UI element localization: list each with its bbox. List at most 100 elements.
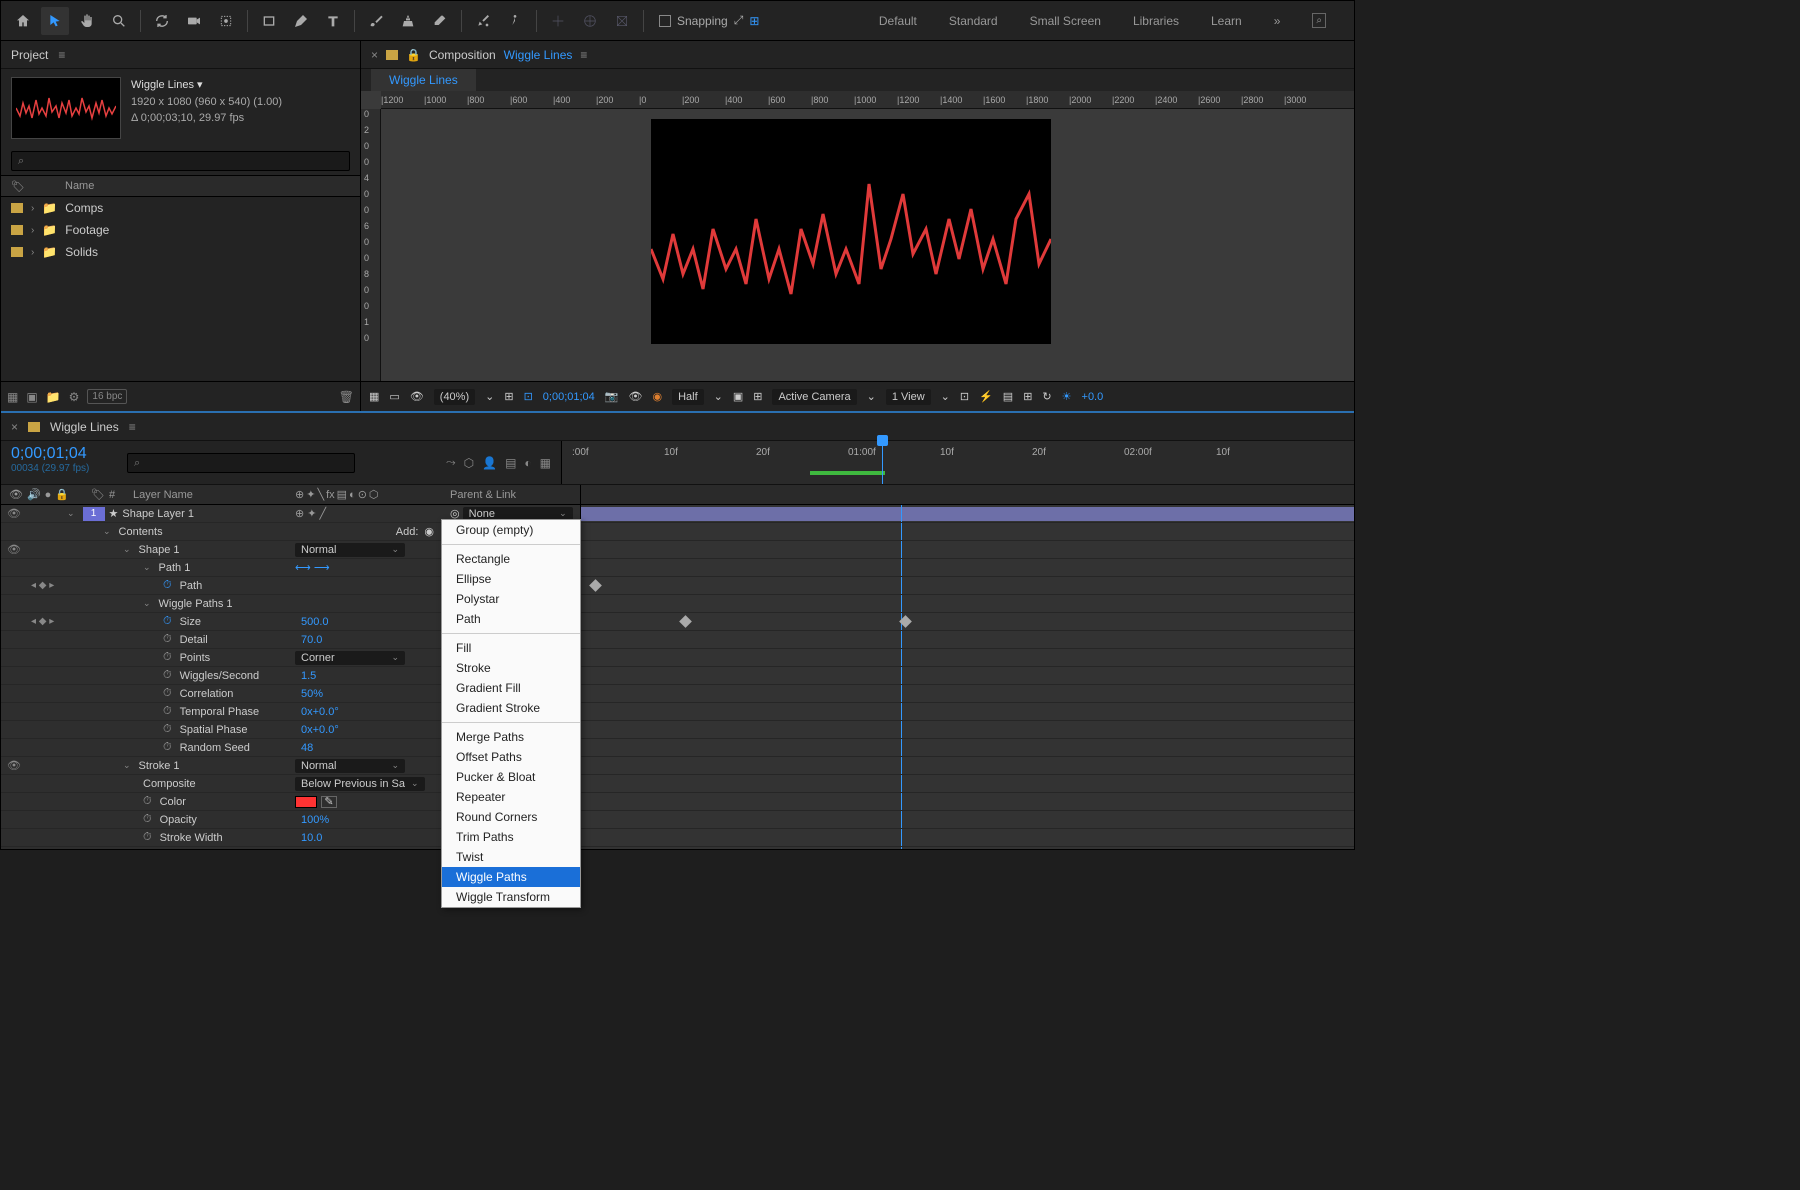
project-folder-comps[interactable]: ›📁Comps bbox=[1, 197, 360, 219]
eraser-tool-icon[interactable] bbox=[426, 7, 454, 35]
snap-to-edge-icon[interactable]: ⤢ bbox=[734, 13, 744, 28]
project-settings-icon[interactable]: ⚙ bbox=[69, 390, 80, 404]
menu-item[interactable]: Round Corners bbox=[442, 807, 580, 827]
chevron-down-icon[interactable]: ⌄ bbox=[485, 390, 494, 403]
property-dropdown[interactable]: Butt Cap⌄ bbox=[295, 849, 405, 850]
menu-item[interactable]: Ellipse bbox=[442, 569, 580, 589]
comp-breadcrumb-tab[interactable]: Wiggle Lines bbox=[371, 69, 476, 91]
lock-col-icon[interactable]: 🔒 bbox=[55, 488, 69, 501]
clone-stamp-tool-icon[interactable] bbox=[394, 7, 422, 35]
property-label[interactable]: ⏱Random Seed bbox=[73, 741, 295, 754]
property-label[interactable]: ⏱Size bbox=[73, 615, 295, 628]
puppet-tool-icon[interactable] bbox=[501, 7, 529, 35]
project-col-name[interactable]: Name bbox=[65, 180, 94, 192]
color-swatch[interactable] bbox=[295, 796, 317, 808]
menu-item[interactable]: Trim Paths bbox=[442, 827, 580, 847]
property-value[interactable]: 10.0 bbox=[301, 832, 322, 844]
interpret-footage-icon[interactable]: ▦ bbox=[7, 390, 18, 404]
property-value[interactable]: 0x+0.0° bbox=[301, 724, 339, 736]
timeline-ruler[interactable]: :00f10f20f01:00f10f20f02:00f10f bbox=[561, 441, 1354, 484]
playhead[interactable] bbox=[882, 441, 883, 484]
hand-tool-icon[interactable] bbox=[73, 7, 101, 35]
camera-dropdown[interactable]: Active Camera bbox=[772, 389, 856, 405]
stopwatch-icon[interactable]: ⏱ bbox=[163, 633, 172, 646]
toggle-mask-icon[interactable]: ▭ bbox=[389, 390, 399, 403]
panel-menu-icon[interactable]: ≡ bbox=[129, 420, 136, 434]
timeline-row[interactable]: Line CapButt Cap⌄ bbox=[1, 847, 1354, 849]
timeline-row[interactable]: ⏱Random Seed48 bbox=[1, 739, 1354, 757]
property-label[interactable]: ⏱Spatial Phase bbox=[73, 723, 295, 736]
num-col[interactable]: # bbox=[109, 489, 127, 501]
property-label[interactable]: ⏱Color bbox=[73, 795, 295, 808]
trash-icon[interactable]: 🗑 bbox=[339, 390, 354, 404]
property-label[interactable]: ⏱Path bbox=[73, 579, 295, 592]
visibility-toggle[interactable]: 👁 bbox=[1, 759, 27, 772]
property-label[interactable]: Composite bbox=[73, 778, 295, 790]
reset-exposure-icon[interactable]: ↻ bbox=[1042, 390, 1051, 403]
solo-col-icon[interactable]: ● bbox=[45, 489, 52, 501]
property-label[interactable]: ⏱Temporal Phase bbox=[73, 705, 295, 718]
property-label[interactable]: ⌄Shape 1 bbox=[73, 544, 295, 556]
video-col-icon[interactable]: 👁 bbox=[9, 488, 23, 501]
rectangle-tool-icon[interactable] bbox=[255, 7, 283, 35]
property-label[interactable]: ⏱Wiggles/Second bbox=[73, 669, 295, 682]
exposure-value[interactable]: +0.0 bbox=[1082, 391, 1104, 403]
timeline-search-input[interactable] bbox=[127, 453, 355, 473]
comp-header-link[interactable]: Wiggle Lines bbox=[504, 48, 573, 62]
menu-item[interactable]: Merge Paths bbox=[442, 727, 580, 747]
project-folder-solids[interactable]: ›📁Solids bbox=[1, 241, 360, 263]
workspace-default[interactable]: Default bbox=[879, 14, 917, 28]
stopwatch-icon[interactable]: ⏱ bbox=[163, 723, 172, 736]
menu-item[interactable]: Rectangle bbox=[442, 549, 580, 569]
workspace-learn[interactable]: Learn bbox=[1211, 14, 1242, 28]
timeline-row[interactable]: ⏱Detail70.0 bbox=[1, 631, 1354, 649]
pan-behind-tool-icon[interactable] bbox=[212, 7, 240, 35]
timeline-icon[interactable]: ▤ bbox=[1003, 390, 1013, 403]
visibility-toggle[interactable]: 👁 bbox=[1, 507, 27, 520]
property-label[interactable]: ⌄Wiggle Paths 1 bbox=[73, 598, 295, 610]
tag-column-icon[interactable]: 🏷 bbox=[11, 180, 25, 193]
menu-item[interactable]: Stroke bbox=[442, 658, 580, 678]
home-icon[interactable] bbox=[9, 7, 37, 35]
lock-icon[interactable]: 🔒 bbox=[406, 48, 421, 62]
pen-tool-icon[interactable] bbox=[287, 7, 315, 35]
new-comp-icon[interactable]: ▣ bbox=[26, 390, 37, 404]
timeline-row[interactable]: ⏱Spatial Phase 0x+0.0° bbox=[1, 721, 1354, 739]
menu-item[interactable]: Offset Paths bbox=[442, 747, 580, 767]
property-label[interactable]: ⏱Opacity bbox=[73, 813, 295, 826]
menu-item[interactable]: Twist bbox=[442, 847, 580, 867]
timeline-row[interactable]: 👁⌄Shape 1Normal⌄ bbox=[1, 541, 1354, 559]
menu-item[interactable]: Gradient Stroke bbox=[442, 698, 580, 718]
frame-blend-icon[interactable]: ▤ bbox=[505, 456, 516, 470]
zoom-tool-icon[interactable] bbox=[105, 7, 133, 35]
timeline-row[interactable]: ⏱Correlation50% bbox=[1, 685, 1354, 703]
timeline-row[interactable]: ⏱Temporal Phase0x+0.0° bbox=[1, 703, 1354, 721]
keyframe-nav[interactable]: ◂ ◆ ▸ bbox=[27, 616, 73, 627]
twirl-icon[interactable]: ⌄ bbox=[123, 760, 131, 771]
workspace-overflow-icon[interactable]: » bbox=[1274, 14, 1281, 28]
panel-menu-icon[interactable]: ≡ bbox=[580, 48, 587, 62]
comp-mini-flowchart-icon[interactable]: ⤳ bbox=[446, 455, 456, 470]
stopwatch-icon[interactable]: ⏱ bbox=[163, 741, 172, 754]
chevron-down-icon[interactable]: ⌄ bbox=[941, 390, 950, 403]
timeline-row[interactable]: 👁 ⌄ 1 ★ Shape Layer 1 ⊕ ✦ ╱ ◎ None⌄ bbox=[1, 505, 1354, 523]
menu-item[interactable]: Gradient Fill bbox=[442, 678, 580, 698]
draft-3d-icon[interactable]: ⬡ bbox=[464, 456, 474, 470]
grid-icon[interactable]: ▦ bbox=[369, 390, 379, 403]
composition-canvas[interactable] bbox=[651, 119, 1051, 344]
timeline-row[interactable]: ⌄Wiggle Paths 1 bbox=[1, 595, 1354, 613]
parent-col[interactable]: Parent & Link bbox=[440, 489, 580, 501]
timeline-row[interactable]: ⏱Color✎ bbox=[1, 793, 1354, 811]
timeline-row[interactable]: ◂ ◆ ▸⏱Path bbox=[1, 577, 1354, 595]
text-tool-icon[interactable] bbox=[319, 7, 347, 35]
stopwatch-icon[interactable]: ⏱ bbox=[163, 687, 172, 700]
timeline-row[interactable]: 👁⌄Stroke 1Normal⌄ bbox=[1, 757, 1354, 775]
project-search-input[interactable] bbox=[11, 151, 350, 171]
chevron-down-icon[interactable]: ⌄ bbox=[714, 390, 723, 403]
twirl-icon[interactable]: ⌄ bbox=[143, 562, 151, 573]
workspace-small-screen[interactable]: Small Screen bbox=[1030, 14, 1101, 28]
property-value[interactable]: 500.0 bbox=[301, 616, 329, 628]
property-value[interactable]: 100% bbox=[301, 814, 329, 826]
timeline-row[interactable]: ◂ ◆ ▸⏱Size 500.0 bbox=[1, 613, 1354, 631]
show-snapshot-icon[interactable]: 👁 bbox=[628, 390, 642, 403]
